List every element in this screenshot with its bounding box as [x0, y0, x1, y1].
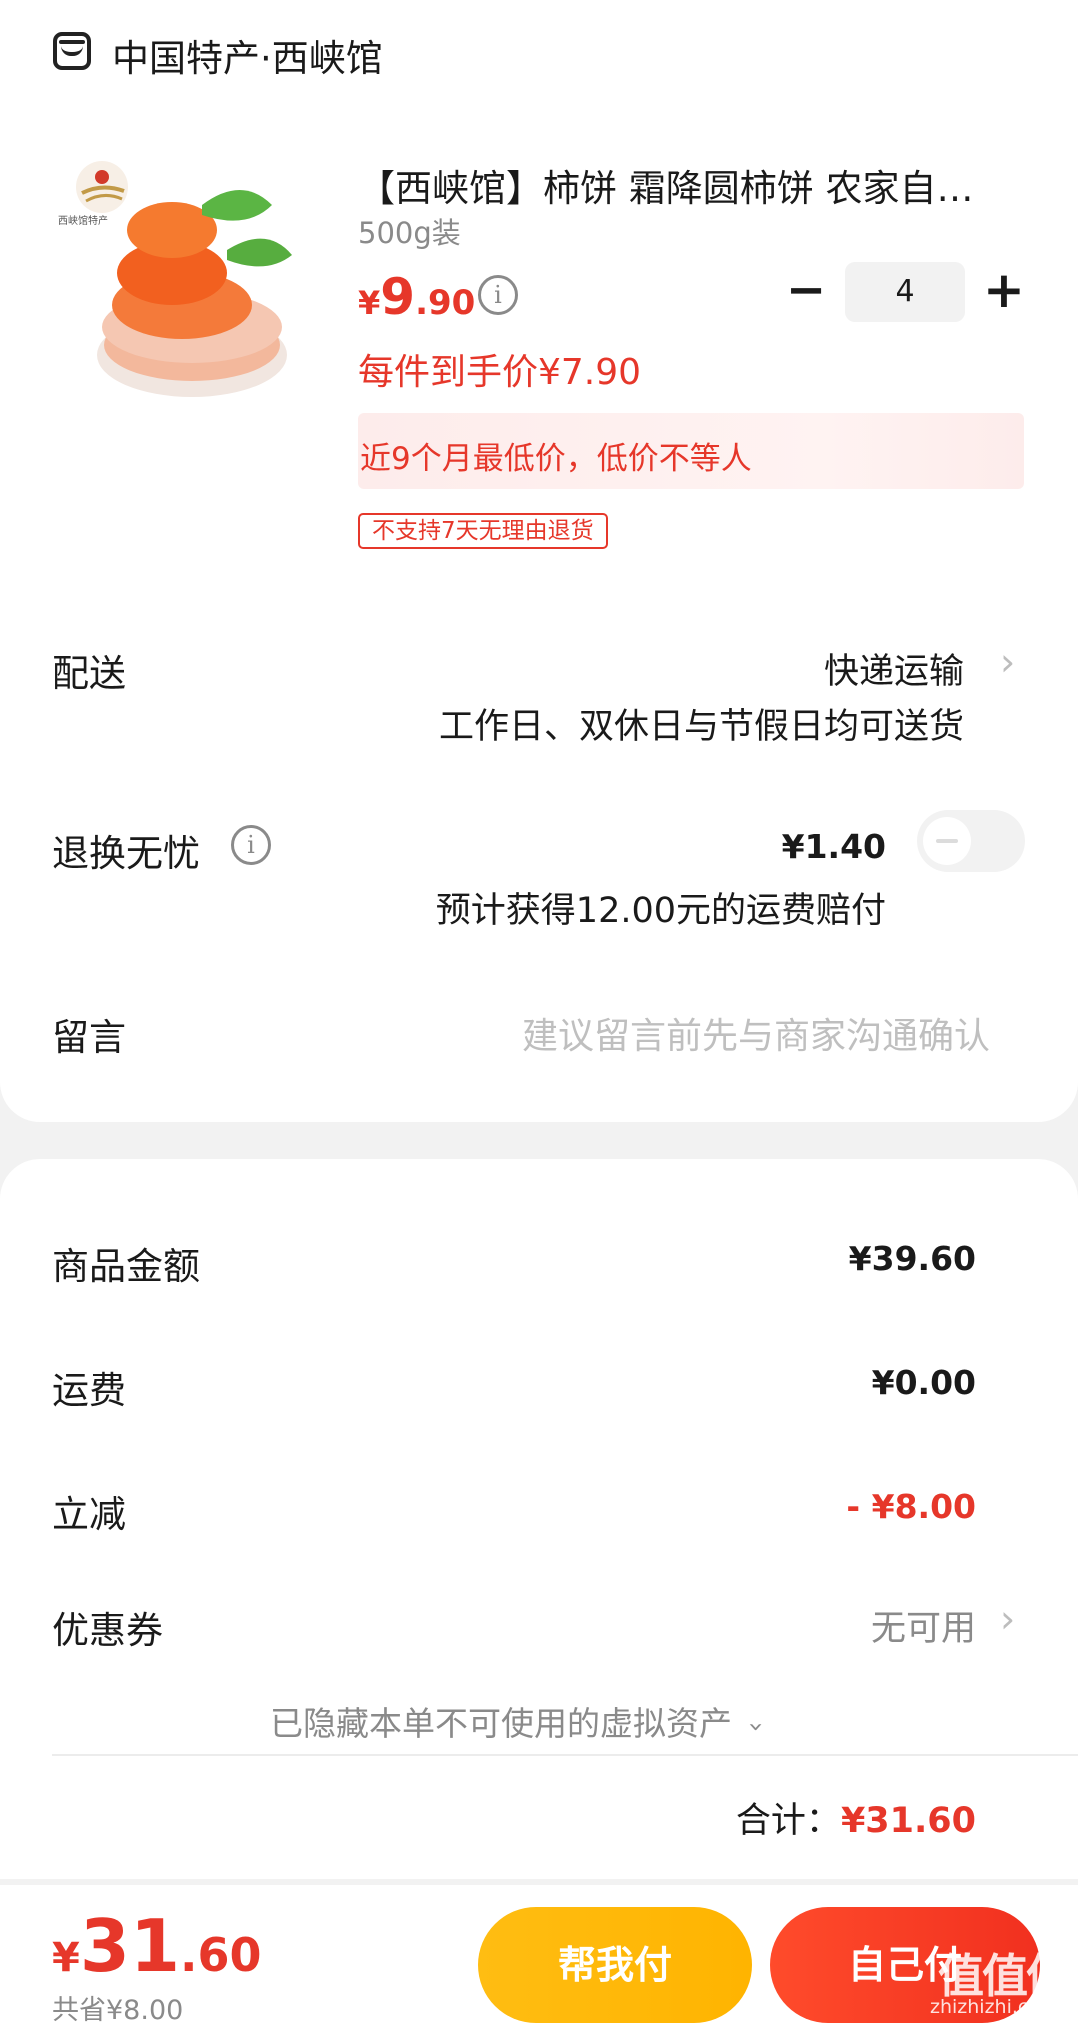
shipping-value: ¥0.00: [871, 1363, 976, 1402]
delivery-label: 配送: [52, 652, 126, 695]
total-label: 合计：: [735, 1801, 841, 1841]
goods-amount-value: ¥39.60: [848, 1239, 976, 1278]
price-symbol: ¥: [52, 1935, 80, 1981]
delivery-method[interactable]: 快递运输: [824, 643, 964, 694]
bottom-total-price: ¥31.60: [52, 1904, 262, 1988]
coupon-value[interactable]: 无可用: [871, 1600, 976, 1651]
saved-amount: 共省¥8.00: [52, 1995, 184, 2026]
product-image-logo-text: 西峡馆特产: [58, 216, 108, 227]
message-input[interactable]: 建议留言前先与商家沟通确认: [522, 1007, 990, 1059]
quantity-plus-button[interactable]: +: [982, 265, 1026, 315]
message-label: 留言: [52, 1016, 126, 1059]
promo-text: 近9个月最低价，低价不等人: [360, 441, 752, 477]
chevron-down-icon: ›: [740, 1721, 771, 1733]
chevron-right-icon[interactable]: ›: [1000, 640, 1015, 684]
unit-price: 每件到手价¥7.90: [358, 352, 642, 393]
hidden-assets-toggle[interactable]: 已隐藏本单不可使用的虚拟资产 ›: [270, 1697, 771, 1745]
return-policy-tag: 不支持7天无理由退货: [358, 513, 608, 549]
discount-label: 立减: [52, 1493, 126, 1536]
quantity-minus-button[interactable]: −: [786, 266, 826, 314]
total-value: ¥31.60: [840, 1801, 976, 1841]
divider: [52, 1754, 1078, 1756]
help-me-pay-button[interactable]: 帮我付: [478, 1907, 752, 2023]
price-decimal: .90: [415, 283, 476, 323]
returns-note: 预计获得12.00元的运费赔付: [435, 891, 886, 931]
shop-name[interactable]: 中国特产·西峡馆: [112, 28, 383, 82]
product-price: ¥9.90: [358, 268, 475, 326]
quantity-input[interactable]: 4: [845, 262, 965, 322]
price-info-icon[interactable]: i: [478, 275, 518, 315]
coupon-label: 优惠券: [52, 1609, 163, 1652]
price-integer: 9: [380, 268, 416, 326]
toggle-knob: [923, 817, 971, 865]
shop-icon: [53, 32, 91, 70]
shipping-label: 运费: [52, 1369, 126, 1412]
goods-amount-label: 商品金额: [52, 1245, 200, 1288]
returns-label: 退换无忧: [52, 832, 200, 875]
hidden-assets-text: 已隐藏本单不可使用的虚拟资产: [270, 1704, 732, 1743]
returns-toggle[interactable]: [917, 810, 1025, 872]
price-integer: 31: [79, 1904, 181, 1988]
product-image[interactable]: [52, 155, 312, 415]
price-decimal: .60: [180, 1928, 262, 1982]
watermark-url: zhizhizhi.com: [930, 1996, 1059, 2018]
product-spec: 500g装: [358, 216, 461, 250]
product-title[interactable]: 【西峡馆】柿饼 霜降圆柿饼 农家自…: [358, 158, 1018, 212]
price-symbol: ¥: [358, 284, 381, 322]
returns-price: ¥1.40: [781, 827, 886, 866]
order-total: 合计：¥31.60: [736, 1792, 976, 1843]
delivery-note: 工作日、双休日与节假日均可送货: [438, 707, 964, 747]
returns-info-icon[interactable]: i: [231, 825, 271, 865]
chevron-right-icon[interactable]: ›: [1000, 1597, 1015, 1641]
discount-value: - ¥8.00: [846, 1487, 976, 1526]
